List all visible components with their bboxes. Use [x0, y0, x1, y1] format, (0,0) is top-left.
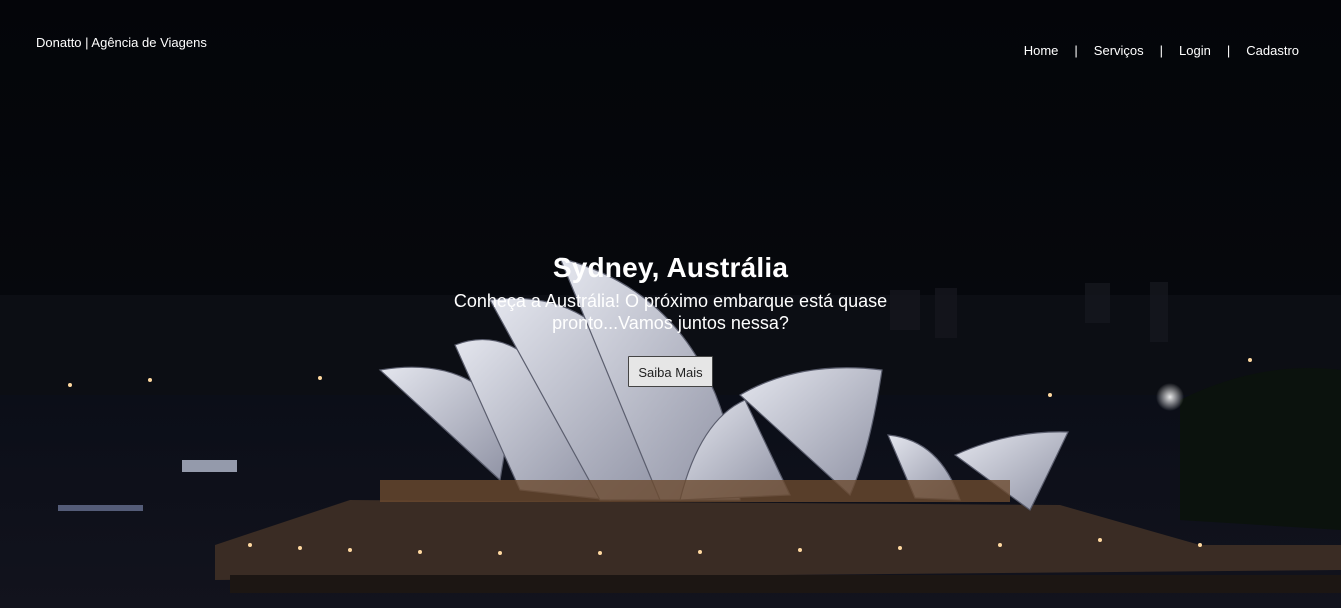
trees-right	[1180, 368, 1341, 530]
hero-subtitle: Conheça a Austrália! O próximo embarque …	[453, 291, 888, 333]
light-flare	[1156, 383, 1184, 411]
nav-link-login[interactable]: Login	[1179, 43, 1211, 58]
saiba-mais-button[interactable]: Saiba Mais	[628, 356, 713, 387]
hero-section: Sydney, Austrália Conheça a Austrália! O…	[0, 252, 1341, 387]
brand-title[interactable]: Donatto | Agência de Viagens	[36, 35, 207, 50]
nav-link-home[interactable]: Home	[1024, 43, 1059, 58]
nav-separator: |	[1074, 43, 1078, 58]
hero-title: Sydney, Austrália	[552, 252, 789, 283]
nav-separator: |	[1226, 43, 1231, 58]
boat	[182, 460, 237, 472]
nav-link-servicos[interactable]: Serviços	[1094, 43, 1144, 58]
top-navigation: Home | Serviços | Login | Cadastro	[1024, 43, 1299, 58]
nav-separator: |	[1159, 43, 1164, 58]
nav-link-cadastro[interactable]: Cadastro	[1246, 43, 1299, 58]
